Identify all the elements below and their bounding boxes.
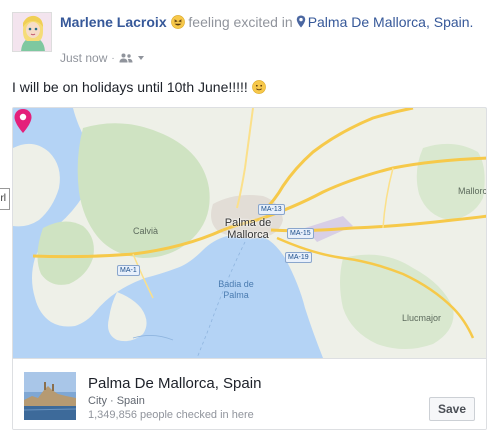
side-tab[interactable]: rl: [0, 188, 10, 210]
slightly-smiling-face-icon: [251, 80, 266, 94]
post-timestamp[interactable]: Just now: [60, 51, 107, 65]
location-map[interactable]: Calvià Mallorca Llucmajor Palma de Mallo…: [13, 108, 487, 358]
place-name[interactable]: Palma De Mallorca, Spain: [88, 375, 261, 392]
place-thumbnail[interactable]: [24, 372, 76, 420]
friends-icon[interactable]: [119, 53, 133, 63]
meta-separator: ·: [111, 52, 115, 64]
post-message: I will be on holidays until 10th June!!!…: [12, 79, 266, 95]
location-link[interactable]: Palma De Mallorca, Spain.: [308, 14, 474, 30]
save-button[interactable]: Save: [429, 397, 475, 421]
map-pin-icon[interactable]: [13, 108, 33, 134]
author-avatar[interactable]: [12, 12, 52, 52]
post-meta: Just now ·: [60, 51, 144, 65]
road-badge-ma15: MA-15: [287, 228, 314, 239]
place-info[interactable]: Palma De Mallorca, Spain City · Spain 1,…: [13, 358, 486, 429]
post-message-text: I will be on holidays until 10th June!!!…: [12, 79, 248, 95]
map-label-calvia: Calvià: [133, 226, 159, 236]
map-label-city: Palma de Mallorca: [221, 217, 275, 241]
map-label-llucmajor: Llucmajor: [402, 313, 442, 323]
chevron-down-icon[interactable]: [137, 56, 144, 60]
map-label-city-line2: Mallorca: [227, 229, 269, 241]
post: Marlene Lacroix feeling excited in Palma…: [0, 0, 498, 440]
map-label-bay: Badia de Palma: [211, 279, 261, 301]
place-type: City · Spain: [88, 395, 145, 407]
activity-text: feeling excited in: [188, 14, 293, 30]
place-checkins: 1,349,856 people checked in here: [88, 409, 254, 421]
map-label-city-line1: Palma de: [224, 217, 272, 229]
road-badge-ma19: MA-19: [285, 252, 312, 263]
map-label-bay-line1: Badia de: [218, 279, 254, 289]
post-header: Marlene Lacroix feeling excited in Palma…: [60, 13, 480, 32]
location-pin-icon: [296, 15, 305, 28]
location-card[interactable]: Calvià Mallorca Llucmajor Palma de Mallo…: [12, 107, 487, 430]
road-badge-ma1: MA-1: [117, 265, 140, 276]
map-label-mallorca: Mallorca: [458, 186, 487, 196]
excited-face-icon: [170, 15, 185, 29]
author-name[interactable]: Marlene Lacroix: [60, 14, 167, 30]
road-badge-ma13: MA-13: [258, 204, 285, 215]
map-label-bay-line2: Palma: [223, 290, 249, 300]
